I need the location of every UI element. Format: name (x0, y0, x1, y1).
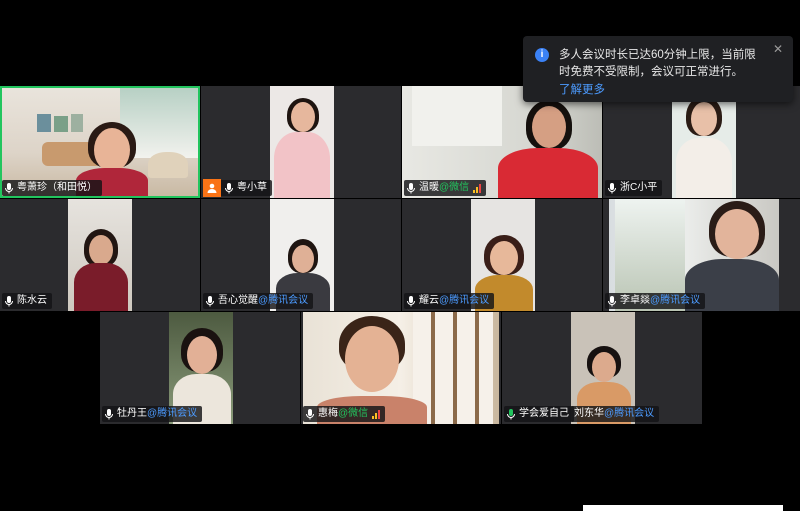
info-icon: i (535, 48, 549, 62)
user-avatar-icon (203, 179, 221, 197)
video-tile[interactable]: 陈水云 (0, 199, 200, 311)
person-face (94, 128, 130, 172)
wall-picture (71, 114, 83, 132)
mic-icon (105, 408, 113, 419)
learn-more-link[interactable]: 了解更多 (559, 81, 605, 97)
participant-name: 浙C小平 (620, 182, 658, 193)
mic-icon (407, 295, 415, 306)
participant-name: 牡丹王 (117, 408, 147, 419)
participant-source: @腾讯会议 (439, 295, 490, 306)
person-body (676, 138, 732, 198)
person-face (89, 235, 113, 265)
participant-name: 惠梅 (318, 408, 338, 419)
participant-label: 温暖 @微信 (404, 180, 487, 196)
person-body (498, 148, 598, 198)
mic-icon (507, 408, 515, 419)
person-face (715, 209, 759, 259)
participant-name: 李卓燚 (620, 295, 650, 306)
participant-label: 吾心觉醒 @腾讯会议 (203, 293, 314, 309)
participant-label: 学会爱自己 (504, 406, 574, 422)
participant-name: 陈水云 (17, 295, 47, 306)
person-body (74, 263, 128, 311)
video-feed (672, 86, 736, 198)
participant-label: 粤小草 (203, 179, 272, 197)
participant-name: 耀云 (419, 295, 439, 306)
person-face (490, 241, 518, 275)
mic-icon (206, 295, 214, 306)
person-face (291, 102, 315, 132)
participant-label: 刘东华 @腾讯会议 (571, 406, 660, 422)
mic-icon (5, 182, 13, 193)
mic-icon (225, 182, 233, 193)
signal-icon (473, 183, 482, 193)
mic-icon (608, 295, 616, 306)
participant-source: @腾讯会议 (604, 408, 655, 419)
video-tile[interactable]: 温暖 @微信 (402, 86, 602, 198)
video-feed (68, 199, 132, 311)
person-face (592, 352, 616, 382)
mic-icon (608, 182, 616, 193)
mic-icon (407, 182, 415, 193)
video-tile[interactable]: 李卓燚 @腾讯会议 (603, 199, 800, 311)
wall-picture (37, 114, 51, 132)
video-tile[interactable]: 粤萧珍（和田悦） (0, 86, 200, 198)
participant-source: @微信 (439, 182, 470, 193)
person-body (274, 132, 330, 198)
participant-source: @微信 (338, 408, 369, 419)
close-icon[interactable]: ✕ (773, 42, 783, 56)
participant-name: 粤萧珍（和田悦） (17, 182, 97, 193)
participant-label: 李卓燚 @腾讯会议 (605, 293, 706, 309)
decor (148, 152, 188, 178)
mic-icon (306, 408, 314, 419)
video-tile[interactable]: 吾心觉醒 @腾讯会议 (201, 199, 401, 311)
participant-label: 粤萧珍（和田悦） (2, 180, 102, 196)
video-tile[interactable]: 牡丹王 @腾讯会议 (100, 312, 300, 424)
duration-notice: i 多人会议时长已达60分钟上限，当前限时免费不受限制，会议可正常进行。 了解更… (523, 36, 793, 102)
participant-label: 耀云 @腾讯会议 (404, 293, 495, 309)
participant-name: 温暖 (419, 182, 439, 193)
participant-name: 粤小草 (237, 182, 267, 193)
person-face (532, 106, 566, 148)
person-face (345, 326, 399, 392)
participant-source: @腾讯会议 (258, 295, 309, 306)
participant-label: 惠梅 @微信 (303, 406, 386, 422)
participant-label: 牡丹王 @腾讯会议 (102, 406, 203, 422)
wall (412, 86, 502, 146)
participant-name: 吾心觉醒 (218, 295, 258, 306)
video-tile[interactable]: 学会爱自己 刘东华 @腾讯会议 (502, 312, 702, 424)
person-face (187, 336, 217, 374)
video-feed (270, 86, 334, 198)
participant-name: 刘东华 (574, 408, 604, 419)
participant-label: 陈水云 (2, 293, 52, 309)
signal-icon (372, 409, 381, 419)
video-tile[interactable]: 耀云 @腾讯会议 (402, 199, 602, 311)
video-tile[interactable]: 粤小草 (201, 86, 401, 198)
person-face (292, 245, 314, 273)
notice-message: 多人会议时长已达60分钟上限，当前限时免费不受限制，会议可正常进行。 (559, 49, 756, 78)
wall-picture (54, 116, 68, 132)
mic-icon (5, 295, 13, 306)
participant-label: 浙C小平 (605, 180, 663, 196)
participant-source: @腾讯会议 (650, 295, 701, 306)
bottom-bar (583, 505, 783, 511)
participant-name: 学会爱自己 (519, 408, 569, 419)
person-face (691, 102, 717, 136)
video-tile[interactable]: 惠梅 @微信 (301, 312, 501, 424)
participant-source: @腾讯会议 (147, 408, 198, 419)
video-tile[interactable]: 浙C小平 (603, 86, 800, 198)
